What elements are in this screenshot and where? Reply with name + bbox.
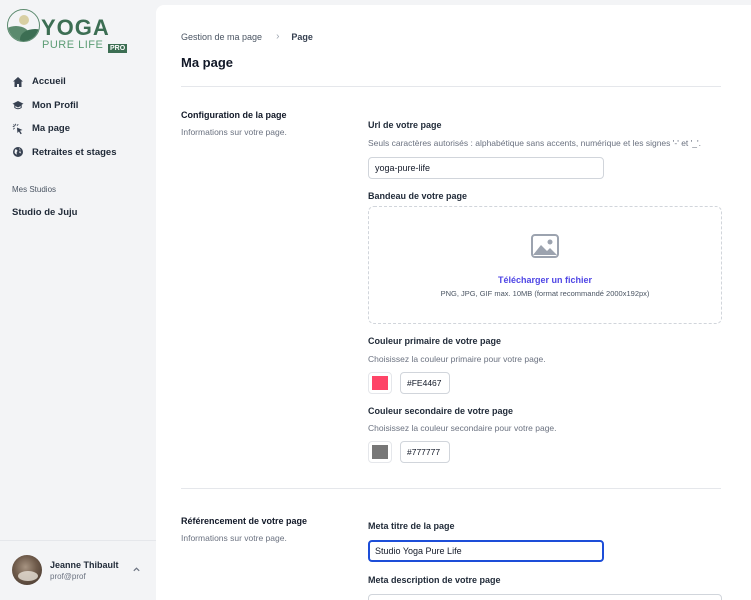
banner-label: Bandeau de votre page (368, 191, 468, 201)
url-input[interactable] (368, 157, 604, 179)
url-help: Seuls caractères autorisés : alphabétiqu… (368, 138, 701, 148)
upload-hint: PNG, JPG, GIF max. 10MB (format recomman… (440, 289, 650, 298)
sidebar-item-label: Ma page (32, 123, 71, 135)
config-section-title: Configuration de la page (181, 110, 287, 120)
studios-section-label: Mes Studios (12, 185, 57, 194)
seo-section-description: Informations sur votre page. (181, 533, 287, 543)
sidebar-item-label: Mon Profil (32, 99, 79, 111)
avatar (12, 555, 42, 585)
page-title: Ma page (181, 55, 234, 70)
chevron-right-icon: › (276, 31, 280, 42)
secondary-color-fill (372, 445, 388, 459)
chevron-up-icon[interactable] (132, 565, 141, 574)
sidebar-item-ma-page[interactable]: Ma page (0, 117, 156, 141)
globe-icon (13, 147, 23, 158)
sidebar-nav: Accueil Mon Profil Ma page Retraites et … (0, 70, 156, 164)
cursor-click-icon (12, 123, 23, 134)
sidebar-item-label: Accueil (32, 76, 66, 88)
graduation-cap-icon (12, 101, 24, 110)
secondary-color-input[interactable] (400, 441, 450, 463)
banner-upload-dropzone[interactable]: Télécharger un fichier PNG, JPG, GIF max… (368, 206, 722, 324)
primary-color-label: Couleur primaire de votre page (368, 336, 502, 346)
sidebar-item-accueil[interactable]: Accueil (0, 70, 156, 94)
user-menu[interactable]: Jeanne Thibault prof@prof (0, 540, 156, 600)
meta-description-input[interactable] (368, 594, 722, 600)
secondary-color-swatch[interactable] (368, 441, 392, 463)
breadcrumb-parent[interactable]: Gestion de ma page (181, 32, 262, 42)
meta-description-label: Meta description de votre page (368, 575, 501, 585)
primary-color-swatch[interactable] (368, 372, 392, 394)
logo-mark-icon (7, 9, 40, 42)
brand-logo[interactable]: YOGA PURE LIFE PRO (7, 9, 137, 53)
primary-color-fill (372, 376, 388, 390)
sidebar-item-retraites[interactable]: Retraites et stages (0, 141, 156, 165)
sidebar-item-label: Retraites et stages (32, 146, 117, 158)
breadcrumb: Gestion de ma page › Page (181, 31, 313, 42)
primary-color-input[interactable] (400, 372, 450, 394)
logo-name: YOGA (41, 15, 110, 40)
secondary-color-label: Couleur secondaire de votre page (368, 406, 514, 416)
seo-section-title: Référencement de votre page (181, 516, 308, 526)
user-name: Jeanne Thibault (50, 560, 119, 570)
breadcrumb-current: Page (291, 31, 313, 42)
upload-file-link[interactable]: Télécharger un fichier (369, 275, 721, 285)
config-section-description: Informations sur votre page. (181, 127, 287, 137)
sidebar-item-studio[interactable]: Studio de Juju (12, 207, 77, 218)
divider (181, 488, 721, 489)
image-icon (531, 234, 559, 258)
logo-pro-badge: PRO (108, 44, 128, 53)
sidebar-item-mon-profil[interactable]: Mon Profil (0, 94, 156, 118)
main-panel: Gestion de ma page › Page Ma page Config… (156, 5, 751, 600)
divider (181, 86, 721, 87)
logo-tagline: PURE LIFE (42, 39, 104, 51)
meta-title-label: Meta titre de la page (368, 521, 455, 531)
home-icon (13, 76, 23, 87)
sidebar: YOGA PURE LIFE PRO Accueil Mon Profil Ma… (0, 0, 156, 600)
url-label: Url de votre page (368, 120, 442, 130)
meta-title-input[interactable] (368, 540, 604, 562)
user-email: prof@prof (50, 572, 86, 581)
secondary-color-help: Choisissez la couleur secondaire pour vo… (368, 423, 557, 433)
primary-color-help: Choisissez la couleur primaire pour votr… (368, 354, 546, 364)
